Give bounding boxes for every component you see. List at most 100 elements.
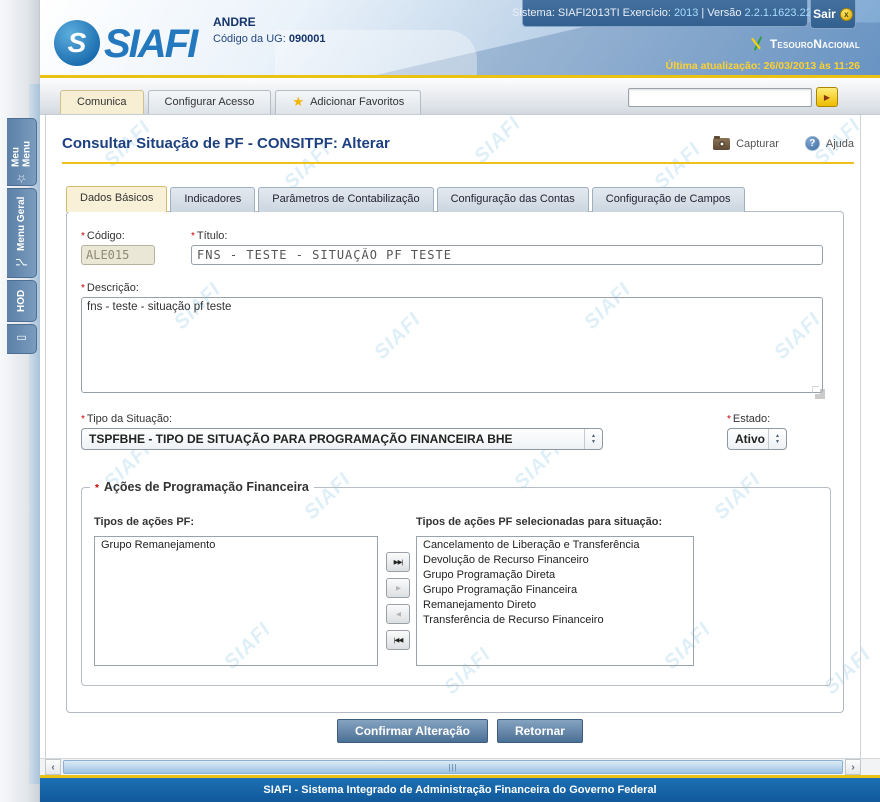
estado-label: *Estado: (727, 413, 787, 425)
exercise-value: 2013 (674, 7, 698, 19)
content-area: SIAFI SIAFI SIAFI SIAFI SIAFI SIAFI SIAF… (40, 115, 880, 758)
scroll-left-button[interactable]: ‹ (45, 759, 61, 775)
form-panel: *Código: *Título: *Descrição: fns - test… (66, 211, 844, 713)
search-go-button[interactable]: ▶ (816, 87, 838, 107)
estado-select[interactable]: Ativo ▲ ▼ (727, 428, 787, 450)
search-input[interactable] (628, 88, 812, 107)
nav-bar: Comunica Configurar Acesso ★ Adicionar F… (40, 78, 880, 115)
search-arrow-icon: ▶ (824, 93, 830, 102)
nav-tab-configurar-acesso[interactable]: Configurar Acesso (148, 90, 272, 114)
page-title: Consultar Situação de PF - CONSITPF: Alt… (62, 135, 390, 152)
field-descricao: *Descrição: fns - teste - situação pf te… (81, 282, 823, 398)
tesouro-nacional-icon (749, 36, 765, 52)
system-label: Sistema: (512, 7, 555, 19)
scroll-right-button[interactable]: › (845, 759, 861, 775)
sidebar-item-hod[interactable]: HOD (7, 280, 37, 322)
logout-label: Sair (813, 7, 836, 21)
logout-button[interactable]: Sair x (810, 0, 856, 29)
confirm-button[interactable]: Confirmar Alteração (337, 719, 488, 743)
transfer-buttons: ▶▶| ▶ ◀ |◀◀ (384, 536, 412, 666)
list-item[interactable]: Devolução de Recurso Financeiro (417, 552, 693, 567)
tab-configuracao-contas[interactable]: Configuração das Contas (437, 187, 589, 212)
close-icon: x (840, 8, 853, 21)
tab-configuracao-campos[interactable]: Configuração de Campos (592, 187, 745, 212)
left-rail: ☆ Meu Menu ⌥ Menu Geral HOD ▭ (0, 0, 40, 802)
system-value: SIAFI2013TI (558, 7, 620, 19)
move-all-right-button[interactable]: ▶▶| (386, 552, 410, 572)
field-estado: *Estado: Ativo ▲ ▼ (727, 413, 787, 450)
help-icon: ? (805, 136, 820, 151)
list-item[interactable]: Remanejamento Direto (417, 597, 693, 612)
acoes-legend-text: Ações de Programação Financeira (104, 480, 309, 494)
list-item[interactable]: Transferência de Recurso Financeiro (417, 612, 693, 627)
row-codigo-titulo: *Código: *Título: (81, 230, 823, 265)
required-marker: * (727, 414, 731, 425)
chevron-up-icon: ▲ (775, 434, 780, 439)
content-border-right (860, 115, 861, 758)
sidebar-item-terminal[interactable]: ▭ (7, 324, 37, 354)
sidebar-item-label: HOD (16, 290, 27, 312)
sidebar-item-meu-menu[interactable]: ☆ Meu Menu (7, 118, 37, 186)
move-left-button[interactable]: ◀ (386, 604, 410, 624)
resize-grip-icon[interactable] (813, 387, 820, 394)
required-marker: * (81, 231, 85, 242)
required-marker: * (191, 231, 195, 242)
codigo-label-text: Código: (87, 230, 125, 242)
exercise-label: Exercício: (623, 7, 671, 19)
move-right-button[interactable]: ▶ (386, 578, 410, 598)
user-name: ANDRE (213, 15, 326, 29)
version-value: 2.2.1.1623.223 (745, 7, 818, 19)
last-update: Última atualização: 26/03/2013 às 11:26 (666, 60, 860, 72)
list-item[interactable]: Grupo Remanejamento (95, 537, 377, 552)
horizontal-scrollbar[interactable]: ‹ ||| › (40, 758, 880, 775)
estado-value: Ativo (735, 432, 765, 446)
acoes-legend: * Ações de Programação Financeira (90, 480, 314, 494)
required-marker: * (95, 483, 99, 494)
separator: | (701, 7, 704, 19)
capture-label: Capturar (736, 138, 779, 150)
nav-tab-comunica[interactable]: Comunica (60, 90, 144, 114)
list-item[interactable]: Cancelamento de Liberação e Transferênci… (417, 537, 693, 552)
select-chevrons-icon: ▲ ▼ (768, 429, 786, 449)
tipo-situacao-value: TSPFBHE - TIPO DE SITUAÇÃO PARA PROGRAMA… (89, 432, 513, 446)
sidebar-item-label: Menu Geral (16, 197, 27, 251)
list-item[interactable]: Grupo Programação Financeira (417, 582, 693, 597)
tab-parametros-contabilizacao[interactable]: Parâmetros de Contabilização (258, 187, 433, 212)
required-marker: * (81, 414, 85, 425)
tab-indicadores[interactable]: Indicadores (170, 187, 255, 212)
nav-tab-adicionar-favoritos[interactable]: ★ Adicionar Favoritos (275, 90, 421, 114)
chevron-down-icon: ▼ (591, 440, 596, 445)
help-button[interactable]: ? Ajuda (805, 136, 854, 151)
scrollbar-thumb[interactable]: ||| (63, 760, 843, 774)
capture-button[interactable]: Capturar (713, 138, 779, 150)
star-icon: ☆ (15, 172, 28, 185)
sidebar-item-menu-geral[interactable]: ⌥ Menu Geral (7, 188, 37, 278)
estado-label-text: Estado: (733, 413, 770, 425)
tesouro-nacional-logo: TesouroNacional (749, 36, 860, 52)
required-marker: * (81, 283, 85, 294)
tab-dados-basicos[interactable]: Dados Básicos (66, 186, 167, 212)
move-all-left-button[interactable]: |◀◀ (386, 630, 410, 650)
action-buttons: Confirmar Alteração Retornar (40, 719, 880, 743)
nav-tab-label: Comunica (77, 96, 127, 108)
available-list-label: Tipos de ações PF: (94, 516, 194, 528)
nav-tab-label: Configurar Acesso (165, 96, 255, 108)
form-tabs: Dados Básicos Indicadores Parâmetros de … (66, 187, 745, 212)
titulo-label: *Título: (191, 230, 823, 242)
sidebar-item-label: Meu Menu (11, 119, 33, 167)
selected-listbox[interactable]: Cancelamento de Liberação e Transferênci… (416, 536, 694, 666)
tipo-situacao-label-text: Tipo da Situação: (87, 413, 172, 425)
footer-bar: SIAFI - Sistema Integrado de Administraç… (40, 778, 880, 802)
title-underline (62, 162, 854, 164)
descricao-label-text: Descrição: (87, 282, 139, 294)
tipo-situacao-select[interactable]: TSPFBHE - TIPO DE SITUAÇÃO PARA PROGRAMA… (81, 428, 603, 450)
codigo-label: *Código: (81, 230, 177, 242)
return-button[interactable]: Retornar (497, 719, 583, 743)
acoes-fieldset: * Ações de Programação Financeira Tipos … (81, 480, 831, 686)
field-codigo: *Código: (81, 230, 177, 265)
available-listbox[interactable]: Grupo Remanejamento (94, 536, 378, 666)
descricao-textarea[interactable]: fns - teste - situação pf teste (81, 297, 823, 393)
list-item[interactable]: Grupo Programação Direta (417, 567, 693, 582)
titulo-input[interactable] (191, 245, 823, 265)
help-label: Ajuda (826, 138, 854, 150)
